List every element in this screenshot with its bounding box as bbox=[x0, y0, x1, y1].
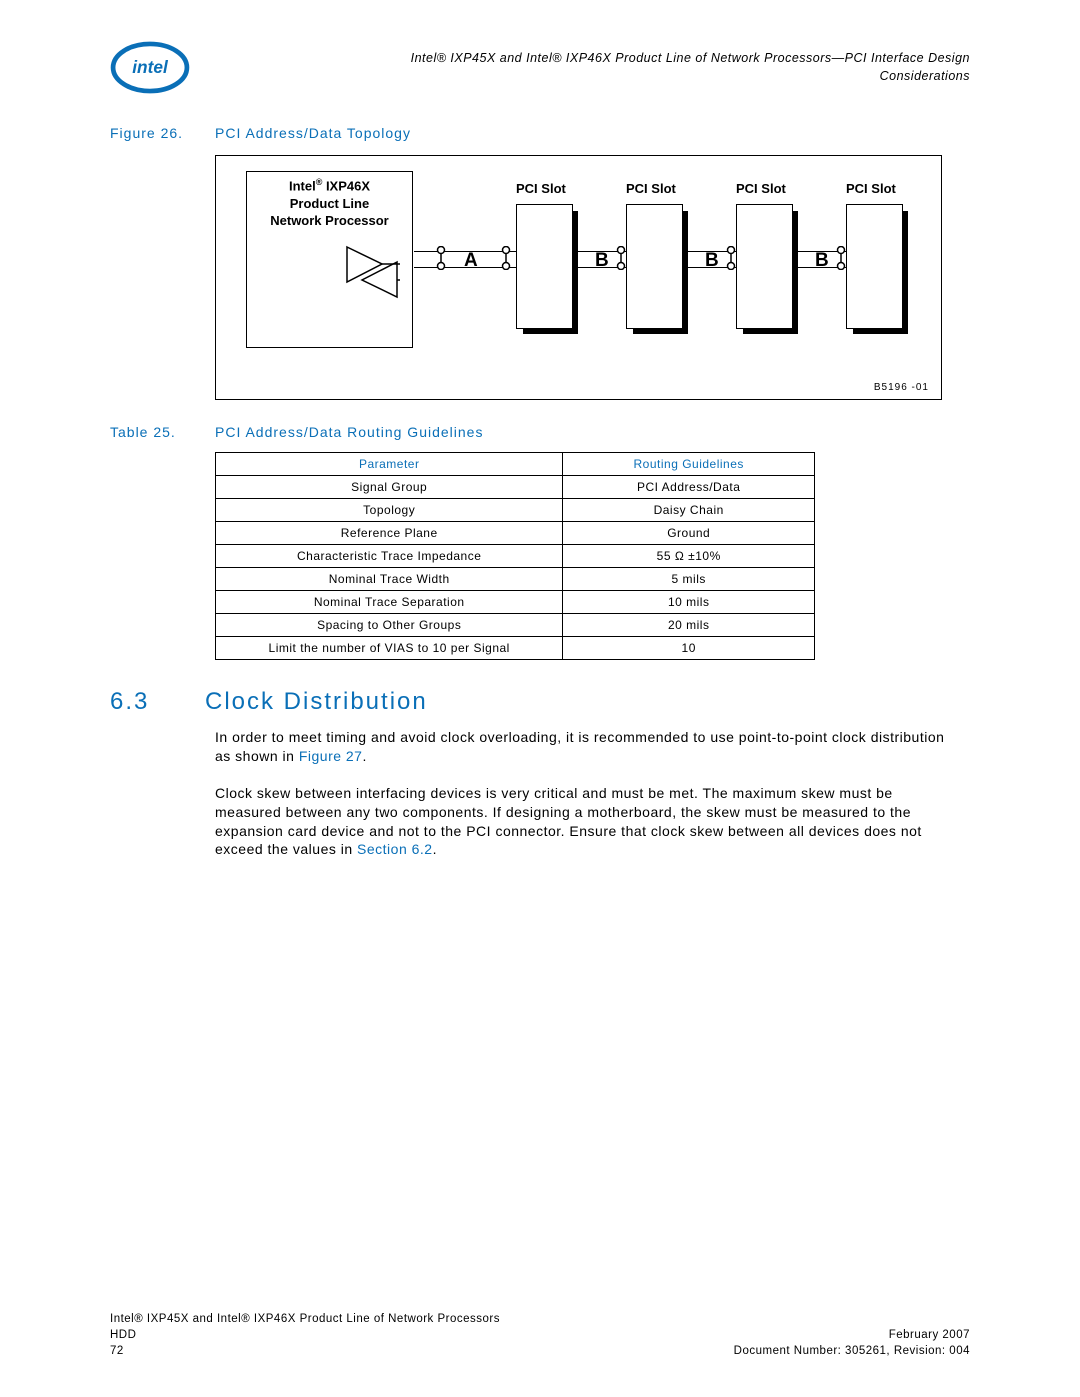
network-processor-box: Intel® IXP46X Product Line Network Proce… bbox=[246, 171, 413, 348]
section-6-2-link[interactable]: Section 6.2 bbox=[357, 841, 433, 857]
table-row: Limit the number of VIAS to 10 per Signa… bbox=[216, 637, 815, 660]
figure-reference: B5196 -01 bbox=[874, 382, 929, 393]
pci-slot-2 bbox=[626, 204, 688, 334]
segment-b-label-3: B bbox=[815, 250, 829, 272]
table-row: Reference PlaneGround bbox=[216, 522, 815, 545]
pci-slot-4 bbox=[846, 204, 908, 334]
section-6-3-para-1: In order to meet timing and avoid clock … bbox=[215, 728, 945, 766]
section-6-3-heading: 6.3Clock Distribution bbox=[110, 688, 970, 716]
pci-slot-3 bbox=[736, 204, 798, 334]
pci-slot-label-4: PCI Slot bbox=[846, 181, 896, 196]
buffer-icon bbox=[342, 242, 402, 302]
via-icon bbox=[616, 246, 626, 270]
table-header-guidelines: Routing Guidelines bbox=[563, 453, 815, 476]
page-header: intel Intel® IXP45X and Intel® IXP46X Pr… bbox=[110, 40, 970, 95]
intel-logo-icon: intel bbox=[110, 40, 190, 95]
figure-26: Intel® IXP46X Product Line Network Proce… bbox=[215, 155, 942, 400]
segment-a-label: A bbox=[464, 250, 478, 272]
via-icon bbox=[436, 246, 446, 270]
via-icon bbox=[836, 246, 846, 270]
pci-slot-1 bbox=[516, 204, 578, 334]
pci-slot-label-3: PCI Slot bbox=[736, 181, 786, 196]
section-6-3-para-2: Clock skew between interfacing devices i… bbox=[215, 784, 945, 860]
segment-b-label-2: B bbox=[705, 250, 719, 272]
segment-b-label-1: B bbox=[595, 250, 609, 272]
table-row: Spacing to Other Groups20 mils bbox=[216, 614, 815, 637]
table-row: Nominal Trace Width5 mils bbox=[216, 568, 815, 591]
via-icon bbox=[501, 246, 511, 270]
table-header-parameter: Parameter bbox=[216, 453, 563, 476]
via-icon bbox=[726, 246, 736, 270]
page-footer: Intel® IXP45X and Intel® IXP46X Product … bbox=[110, 1311, 970, 1359]
header-title: Intel® IXP45X and Intel® IXP46X Product … bbox=[220, 50, 970, 85]
table-25-caption: Table 25.PCI Address/Data Routing Guidel… bbox=[110, 424, 970, 440]
pci-slot-label-1: PCI Slot bbox=[516, 181, 566, 196]
svg-text:intel: intel bbox=[132, 57, 169, 77]
table-row: Characteristic Trace Impedance55 Ω ±10% bbox=[216, 545, 815, 568]
table-row: TopologyDaisy Chain bbox=[216, 499, 815, 522]
pci-slot-label-2: PCI Slot bbox=[626, 181, 676, 196]
figure-26-caption: Figure 26.PCI Address/Data Topology bbox=[110, 125, 970, 141]
table-row: Signal GroupPCI Address/Data bbox=[216, 476, 815, 499]
routing-guidelines-table: Parameter Routing Guidelines Signal Grou… bbox=[215, 452, 815, 660]
figure-27-link[interactable]: Figure 27 bbox=[299, 748, 363, 764]
table-row: Nominal Trace Separation10 mils bbox=[216, 591, 815, 614]
